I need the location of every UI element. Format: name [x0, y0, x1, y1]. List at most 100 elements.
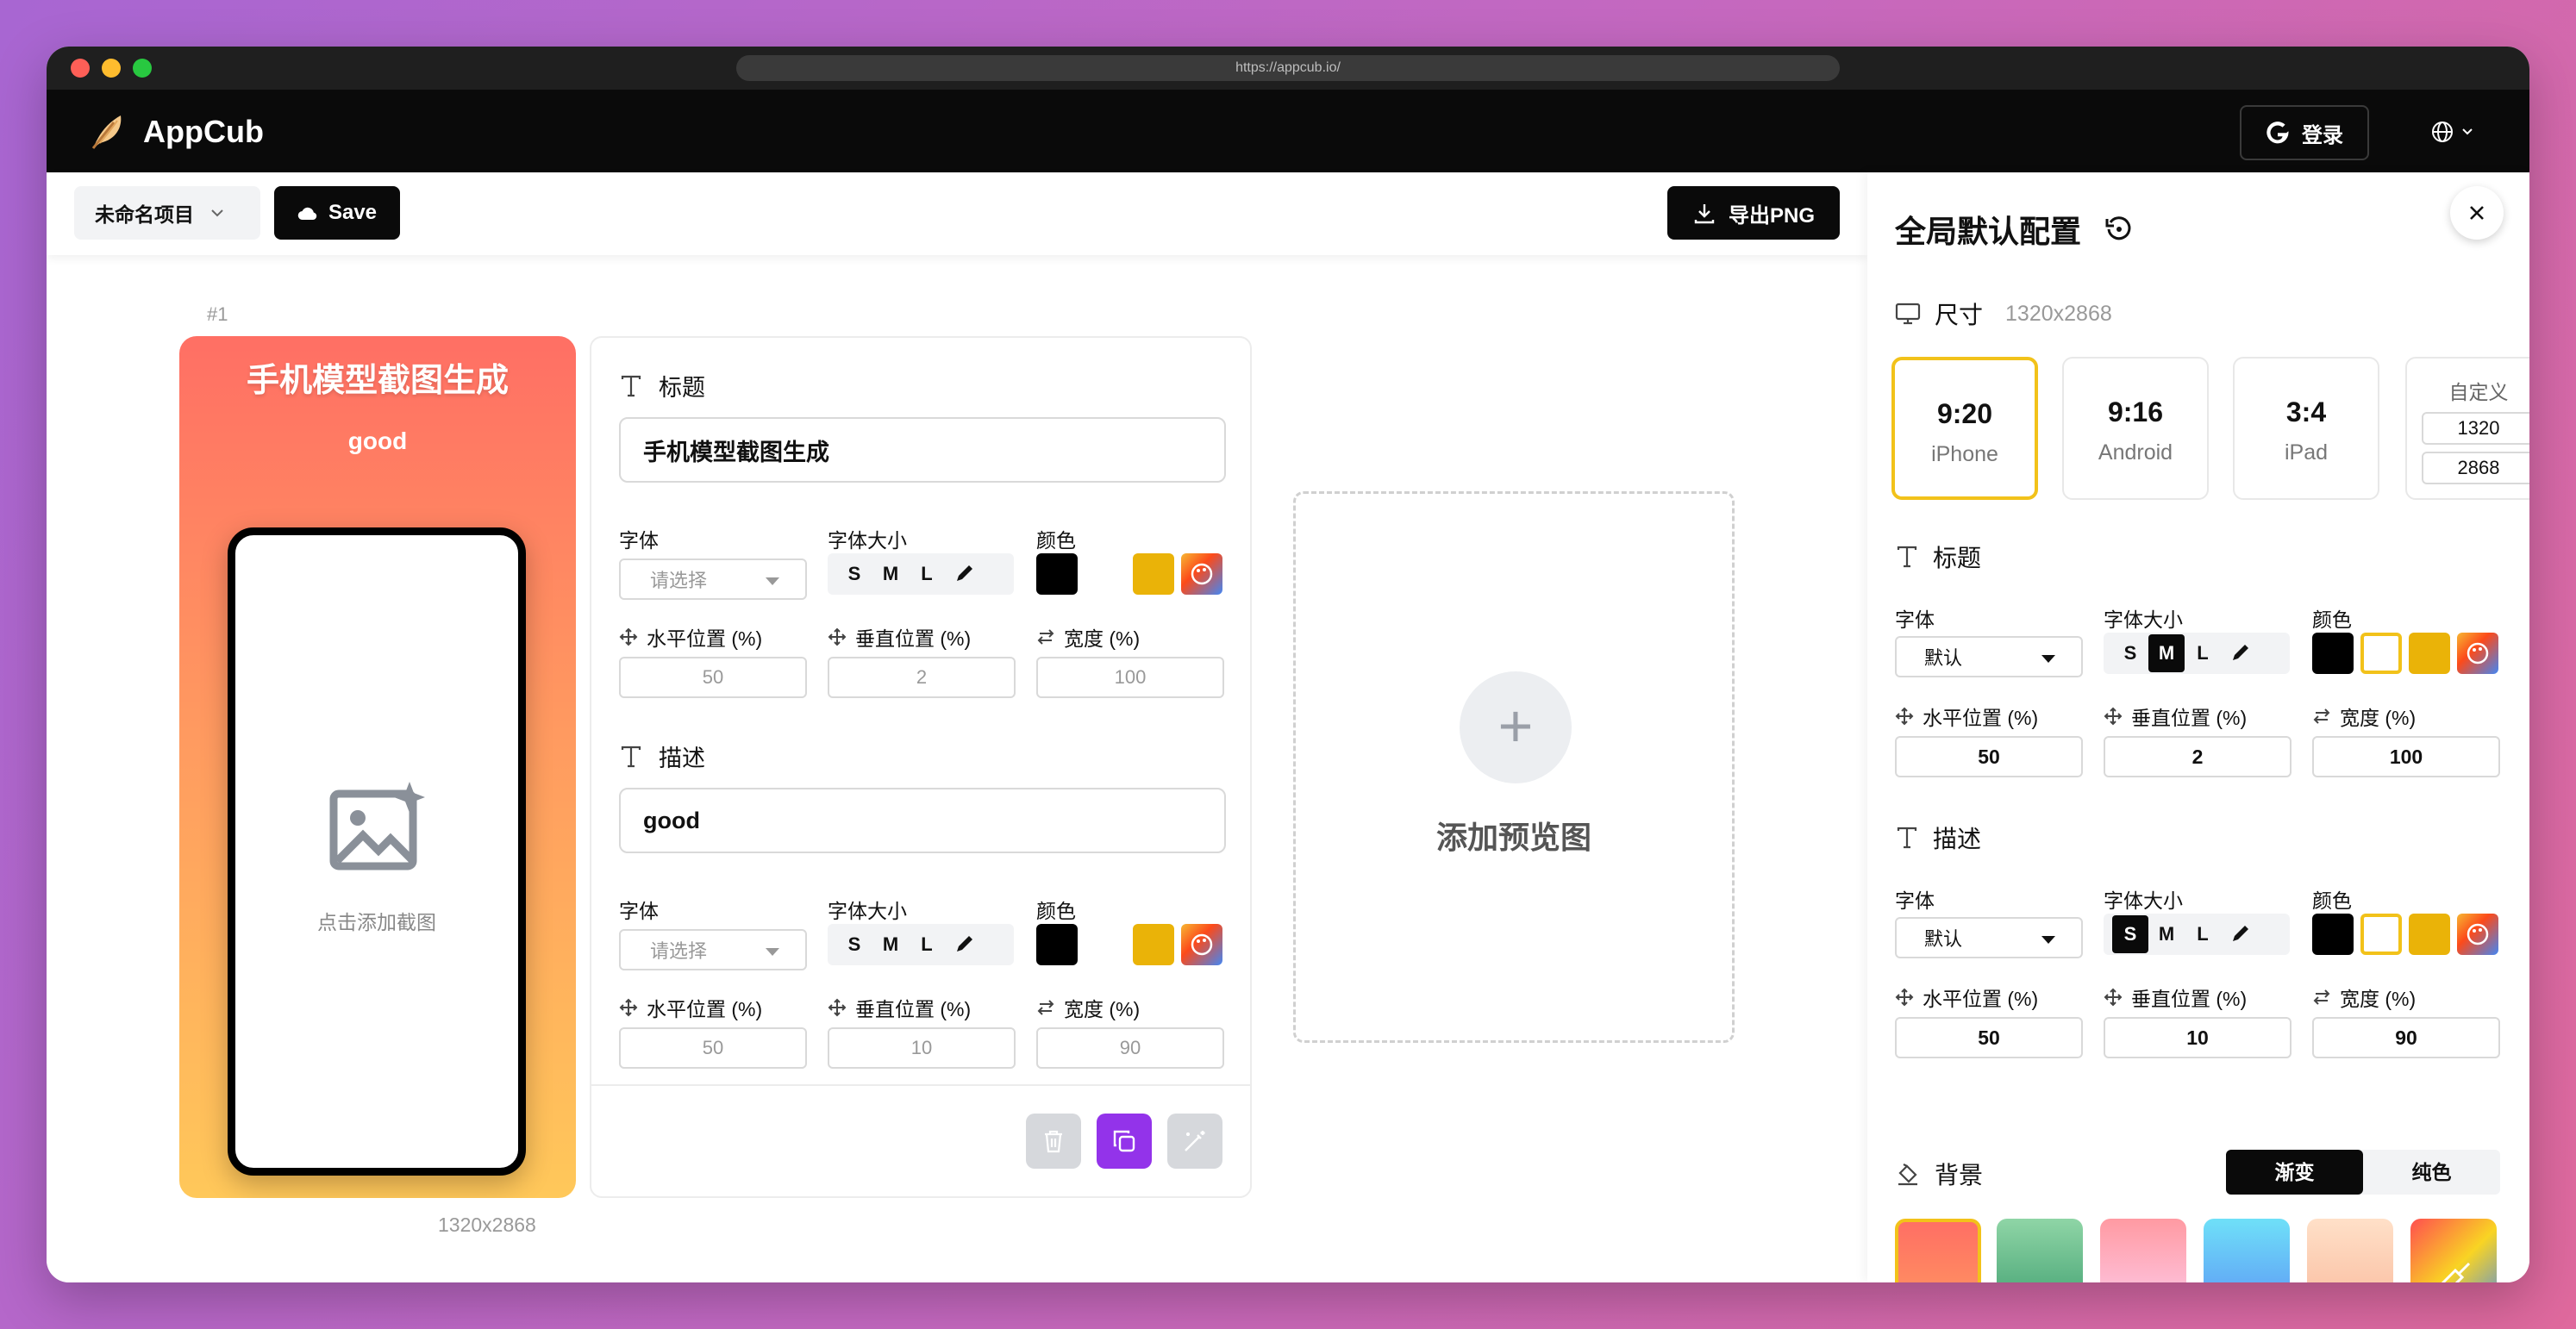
size-m-button[interactable]: M	[2148, 634, 2185, 672]
size-s-button[interactable]: S	[836, 563, 872, 585]
color-palette-button[interactable]	[2457, 633, 2498, 674]
desc-y-input[interactable]: 10	[828, 1027, 1016, 1069]
color-palette-button[interactable]	[1181, 924, 1222, 965]
pencil-icon[interactable]	[945, 934, 979, 955]
color-swatch-black[interactable]	[2312, 633, 2354, 674]
ratio-value: 3:4	[2285, 396, 2327, 427]
title-font-select[interactable]: 请选择	[619, 558, 807, 600]
login-button[interactable]: 登录	[2240, 105, 2369, 160]
color-swatch-white[interactable]	[1085, 553, 1126, 595]
reset-icon[interactable]	[2104, 214, 2135, 245]
color-palette-button[interactable]	[1181, 553, 1222, 595]
size-l-button[interactable]: L	[2185, 923, 2221, 945]
close-panel-button[interactable]	[2450, 186, 2504, 240]
color-swatch-black[interactable]	[1036, 924, 1078, 965]
ratio-android-option[interactable]: 9:16 Android	[2062, 357, 2209, 500]
color-swatch-white[interactable]	[1085, 924, 1126, 965]
pencil-icon[interactable]	[2221, 643, 2255, 664]
export-png-button[interactable]: 导出PNG	[1667, 186, 1840, 240]
size-l-button[interactable]: L	[909, 933, 945, 956]
color-swatch-yellow[interactable]	[1133, 924, 1174, 965]
custom-gradient-button[interactable]	[2410, 1219, 2497, 1282]
desc-default-y-input[interactable]: 10	[2104, 1017, 2292, 1058]
palette-icon	[1191, 563, 1213, 585]
title-input[interactable]: 手机模型截图生成	[619, 417, 1226, 483]
font-select-value: 默认	[1924, 928, 1963, 950]
ratio-iphone-option[interactable]: 9:20 iPhone	[1891, 357, 2038, 500]
size-l-button[interactable]: L	[909, 563, 945, 585]
gradient-swatch-peach[interactable]	[2307, 1219, 2393, 1282]
y-label-text: 垂直位置 (%)	[2131, 988, 2248, 1010]
custom-size-option[interactable]: 自定义 1320 2868	[2405, 357, 2529, 500]
color-swatch-yellow[interactable]	[1133, 553, 1174, 595]
project-selector[interactable]: 未命名项目	[74, 186, 260, 240]
color-swatch-yellow[interactable]	[2409, 633, 2450, 674]
title-section-heading: 标题	[619, 369, 705, 402]
magic-wand-button[interactable]	[1167, 1114, 1222, 1169]
y-position-label: 垂直位置 (%)	[828, 993, 971, 1022]
ratio-ipad-option[interactable]: 3:4 iPad	[2233, 357, 2379, 500]
color-swatch-black[interactable]	[1036, 553, 1078, 595]
title-default-font-select[interactable]: 默认	[1895, 636, 2083, 677]
preview-size: 1320x2868	[438, 1214, 536, 1236]
pencil-icon[interactable]	[945, 564, 979, 584]
gradient-swatch-green[interactable]	[1997, 1219, 2083, 1282]
size-m-button[interactable]: M	[872, 933, 909, 956]
x-label-text: 水平位置 (%)	[647, 998, 763, 1020]
google-icon	[2267, 122, 2289, 144]
size-value: 1320x2868	[2005, 301, 2112, 326]
color-swatch-yellow[interactable]	[2409, 914, 2450, 955]
gradient-swatch-blue[interactable]	[2204, 1219, 2290, 1282]
title-y-input[interactable]: 2	[828, 657, 1016, 698]
size-s-button[interactable]: S	[2112, 915, 2148, 953]
title-default-width-input[interactable]: 100	[2312, 736, 2500, 777]
size-m-button[interactable]: M	[872, 563, 909, 585]
size-l-button[interactable]: L	[2185, 642, 2221, 664]
preview-card[interactable]: 手机模型截图生成 good 点击添加截图	[179, 336, 576, 1198]
solid-tab[interactable]: 纯色	[2363, 1150, 2500, 1195]
size-m-button[interactable]: M	[2148, 923, 2185, 945]
pencil-icon[interactable]	[2221, 924, 2255, 945]
desc-default-size-group: S M L	[2104, 914, 2290, 955]
desc-x-input[interactable]: 50	[619, 1027, 807, 1069]
add-preview-card[interactable]: + 添加预览图	[1293, 491, 1735, 1043]
add-preview-label: 添加预览图	[1435, 820, 1591, 855]
duplicate-button[interactable]	[1097, 1114, 1152, 1169]
desc-width-input[interactable]: 90	[1036, 1027, 1224, 1069]
width-label-text: 宽度 (%)	[1064, 998, 1141, 1020]
desc-font-select[interactable]: 请选择	[619, 929, 807, 970]
close-window-dot[interactable]	[71, 59, 90, 78]
desc-default-font-select[interactable]: 默认	[1895, 917, 2083, 958]
width-label: 宽度 (%)	[2312, 702, 2416, 731]
title-width-input[interactable]: 100	[1036, 657, 1224, 698]
custom-width-input[interactable]: 1320	[2422, 412, 2529, 445]
gradient-swatch-pink[interactable]	[2100, 1219, 2186, 1282]
description-input[interactable]: good	[619, 788, 1226, 853]
color-swatch-white-selected[interactable]	[2360, 914, 2402, 955]
phone-mockup[interactable]: 点击添加截图	[228, 527, 526, 1176]
color-swatch-black[interactable]	[2312, 914, 2354, 955]
delete-button[interactable]	[1026, 1114, 1081, 1169]
title-x-input[interactable]: 50	[619, 657, 807, 698]
minimize-window-dot[interactable]	[102, 59, 121, 78]
x-label-text: 水平位置 (%)	[647, 627, 763, 650]
save-button[interactable]: Save	[274, 186, 400, 240]
title-default-y-input[interactable]: 2	[2104, 736, 2292, 777]
title-default-x-input[interactable]: 50	[1895, 736, 2083, 777]
y-label-text: 垂直位置 (%)	[2131, 707, 2248, 729]
desc-default-width-input[interactable]: 90	[2312, 1017, 2500, 1058]
gradient-swatch-coral[interactable]	[1895, 1219, 1981, 1282]
y-position-label: 垂直位置 (%)	[2104, 702, 2247, 731]
color-label: 颜色	[1036, 900, 1076, 922]
gradient-tab[interactable]: 渐变	[2226, 1150, 2363, 1195]
color-swatch-white-selected[interactable]	[2360, 633, 2402, 674]
desc-default-x-input[interactable]: 50	[1895, 1017, 2083, 1058]
color-palette-button[interactable]	[2457, 914, 2498, 955]
custom-height-input[interactable]: 2868	[2422, 452, 2529, 484]
address-bar[interactable]: https://appcub.io/	[736, 55, 1840, 81]
size-s-button[interactable]: S	[836, 933, 872, 956]
size-s-button[interactable]: S	[2112, 642, 2148, 664]
language-selector[interactable]	[2426, 112, 2478, 152]
maximize-window-dot[interactable]	[133, 59, 152, 78]
browser-titlebar: https://appcub.io/	[47, 47, 2529, 90]
